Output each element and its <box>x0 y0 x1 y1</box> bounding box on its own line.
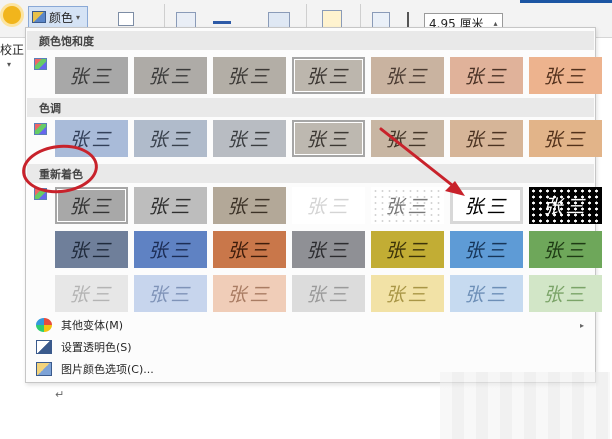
crop-icon[interactable] <box>372 12 390 28</box>
recolor-thumbnail[interactable]: 张三 <box>529 231 602 268</box>
tone-section-header: 色调 <box>27 98 594 117</box>
thumbnail-text: 张三 <box>543 284 588 306</box>
saturation-thumbnail[interactable]: 张三 <box>450 57 523 94</box>
thumbnail-text: 张三 <box>227 129 272 151</box>
thumbnail-text: 张三 <box>69 66 114 88</box>
recolor-thumbnail[interactable]: 张三 <box>55 187 128 224</box>
thumbnail-text: 张三 <box>69 196 114 218</box>
thumbnail-text: 张三 <box>385 284 430 306</box>
tone-thumbnail[interactable]: 张三 <box>529 120 602 157</box>
thumbnail-text: 张三 <box>464 240 509 262</box>
saturation-grid: 张三 张三 张三 张三 张三 张三 张三 <box>55 57 602 94</box>
recolor-thumbnail[interactable]: 张三 <box>55 231 128 268</box>
saturation-icon <box>34 58 47 70</box>
saturation-thumbnail[interactable]: 张三 <box>529 57 602 94</box>
corrections-button-label[interactable]: 校正 <box>0 41 24 58</box>
recolor-thumbnail[interactable]: 张三 <box>213 187 286 224</box>
recolor-thumbnail[interactable]: 张三 <box>213 231 286 268</box>
thumbnail-text: 张三 <box>227 66 272 88</box>
thumbnail-text: 张三 <box>306 196 351 218</box>
thumbnail-text: 张三 <box>306 240 351 262</box>
submenu-arrow-icon: ▸ <box>579 320 584 330</box>
thumbnail-text: 张三 <box>306 66 351 88</box>
tone-section-title: 色调 <box>39 101 61 115</box>
recolor-section-header: 重新着色 <box>27 164 594 183</box>
pen-icon[interactable] <box>213 8 231 24</box>
menu-item[interactable]: 其他变体(M) ▸ <box>27 314 594 336</box>
thumbnail-text: 张三 <box>227 284 272 306</box>
recolor-thumbnail[interactable]: 张三 <box>134 187 207 224</box>
thumbnail-text: 张三 <box>69 284 114 306</box>
saturation-thumbnail[interactable]: 张三 <box>134 57 207 94</box>
recolor-thumbnail[interactable]: 张三 <box>292 187 365 224</box>
thumbnail-text: 张三 <box>306 284 351 306</box>
color-dropdown-panel: 颜色饱和度 张三 张三 张三 张三 张三 张三 张三 色调 张三 张三 张三 张三 张三 张三 张三 重… <box>25 27 602 383</box>
menu-item-label: 其他变体(M) <box>61 319 124 332</box>
picture-color-icon <box>32 11 46 23</box>
recolor-thumbnail[interactable]: 张三 <box>371 231 444 268</box>
recolor-thumbnail[interactable]: 张三 <box>450 275 523 312</box>
thumbnail-text: 张三 <box>227 196 272 218</box>
tone-thumbnail[interactable]: 张三 <box>213 120 286 157</box>
chevron-down-icon[interactable]: ▾ <box>7 60 11 69</box>
menu-item-label: 图片颜色选项(C)... <box>61 363 154 376</box>
thumbnail-text: 张三 <box>148 196 193 218</box>
thumbnail-text: 张三 <box>464 129 509 151</box>
recolor-thumbnail[interactable]: 张三 <box>134 231 207 268</box>
saturation-section-header: 颜色饱和度 <box>27 31 594 50</box>
tone-thumbnail[interactable]: 张三 <box>134 120 207 157</box>
set-transparent-icon <box>36 340 52 354</box>
thumbnail-text: 张三 <box>227 240 272 262</box>
thumbnail-text: 张三 <box>543 196 588 218</box>
menu-item[interactable]: 设置透明色(S) <box>27 336 594 358</box>
ribbon-accent-strip <box>520 0 612 3</box>
thumbnail-text: 张三 <box>543 240 588 262</box>
recolor-thumbnail[interactable]: 张三 <box>55 275 128 312</box>
thumbnail-text: 张三 <box>464 284 509 306</box>
recolor-thumbnail[interactable]: 张三 <box>371 275 444 312</box>
saturation-thumbnail[interactable]: 张三 <box>292 57 365 94</box>
thumbnail-text: 张三 <box>385 66 430 88</box>
recolor-thumbnail[interactable]: 张三 <box>292 275 365 312</box>
thumbnail-text: 张三 <box>148 240 193 262</box>
chevron-down-icon: ▾ <box>76 12 81 22</box>
thumbnail-text: 张三 <box>69 240 114 262</box>
tone-thumbnail[interactable]: 张三 <box>292 120 365 157</box>
thumbnail-text: 张三 <box>385 240 430 262</box>
thumbnail-text: 张三 <box>543 66 588 88</box>
tone-grid: 张三 张三 张三 张三 张三 张三 张三 <box>55 120 602 157</box>
recolor-thumbnail[interactable]: 张三 <box>529 275 602 312</box>
recolor-thumbnail[interactable]: 张三 <box>529 187 602 224</box>
corrections-icon[interactable] <box>3 6 21 24</box>
thumbnail-text: 张三 <box>543 129 588 151</box>
thumbnail-text: 张三 <box>148 129 193 151</box>
thumbnail-text: 张三 <box>148 284 193 306</box>
recolor-thumbnail[interactable]: 张三 <box>213 275 286 312</box>
recolor-thumbnail[interactable]: 张三 <box>292 231 365 268</box>
saturation-thumbnail[interactable]: 张三 <box>213 57 286 94</box>
picture-color-options-icon <box>36 362 52 376</box>
color-button-label: 颜色 <box>49 10 74 25</box>
thumbnail-text: 张三 <box>148 66 193 88</box>
palette-icon <box>36 318 52 332</box>
recolor-grid: 张三 张三 张三 张三 张三 张三 张三 张三 张三 张三 张三 张三 张三 张三 张三 张三 张三 张三 张三 张三… <box>55 187 602 312</box>
saturation-thumbnail[interactable]: 张三 <box>55 57 128 94</box>
menu-item-label: 设置透明色(S) <box>61 341 132 354</box>
color-button[interactable]: 颜色 ▾ <box>28 6 88 28</box>
thumbnail-text: 张三 <box>464 196 509 218</box>
recolor-thumbnail[interactable]: 张三 <box>450 231 523 268</box>
annotation-arrow <box>379 127 465 196</box>
blurred-region <box>440 372 610 439</box>
compress-pictures-icon[interactable] <box>118 12 134 26</box>
saturation-thumbnail[interactable]: 张三 <box>371 57 444 94</box>
tone-icon <box>34 123 47 135</box>
recolor-thumbnail[interactable]: 张三 <box>134 275 207 312</box>
thumbnail-text: 张三 <box>306 129 351 151</box>
paragraph-mark: ↵ <box>55 388 65 401</box>
thumbnail-text: 张三 <box>464 66 509 88</box>
saturation-section-title: 颜色饱和度 <box>39 34 94 48</box>
